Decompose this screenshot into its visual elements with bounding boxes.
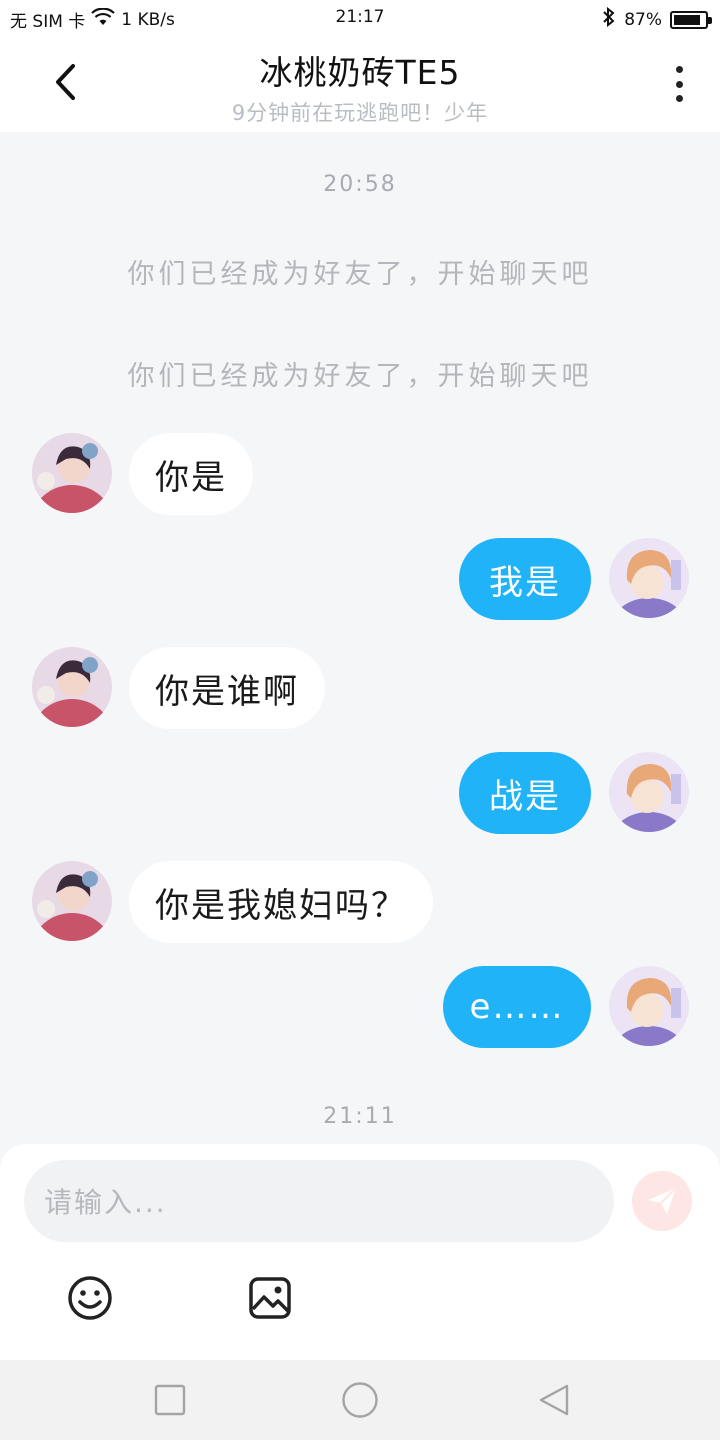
back-nav-button[interactable] xyxy=(534,1380,574,1420)
emoji-button[interactable] xyxy=(66,1274,114,1322)
message-bubble-outgoing[interactable]: 战是 xyxy=(459,752,591,834)
contact-name: 冰桃奶砖TE5 xyxy=(259,53,461,92)
home-icon xyxy=(342,1382,378,1418)
chat-header: 冰桃奶砖TE5 9分钟前在玩逃跑吧！少年 xyxy=(0,34,720,132)
more-dot xyxy=(675,95,683,102)
home-button[interactable] xyxy=(340,1380,380,1420)
timestamp: 21:11 xyxy=(323,1104,397,1129)
contact-avatar[interactable] xyxy=(32,861,112,941)
timestamp: 20:58 xyxy=(323,172,397,197)
message-bubble-incoming[interactable]: 你是谁啊 xyxy=(129,647,325,729)
contact-status: 9分钟前在玩逃跑吧！少年 xyxy=(231,101,489,125)
back-icon xyxy=(539,1384,569,1416)
emoji-icon xyxy=(68,1276,112,1320)
system-message: 你们已经成为好友了，开始聊天吧 xyxy=(127,361,593,392)
system-nav-bar xyxy=(0,1360,720,1440)
more-vertical-icon xyxy=(675,66,683,73)
recent-apps-icon xyxy=(154,1384,186,1416)
battery-percent: 87% xyxy=(624,9,662,30)
image-button[interactable] xyxy=(246,1274,294,1322)
message-bubble-outgoing[interactable]: 我是 xyxy=(459,538,591,620)
user-avatar[interactable] xyxy=(609,966,689,1046)
more-dot xyxy=(675,80,683,88)
status-right: 87% xyxy=(602,6,712,32)
message-bubble-incoming[interactable]: 你是我媳妇吗？ xyxy=(129,861,433,943)
image-icon xyxy=(249,1277,291,1319)
message-bubble-outgoing[interactable]: e…… xyxy=(443,966,591,1048)
contact-avatar[interactable] xyxy=(32,647,112,727)
input-panel: 请输入... xyxy=(0,1144,720,1360)
status-bar: 无 SIM 卡 1 KB/s 21:17 87% xyxy=(0,0,720,34)
contact-avatar[interactable] xyxy=(32,433,112,513)
send-button[interactable] xyxy=(632,1171,692,1231)
recent-apps-button[interactable] xyxy=(150,1380,190,1420)
message-bubble-incoming[interactable]: 你是 xyxy=(129,433,253,515)
user-avatar[interactable] xyxy=(609,538,689,618)
chat-area[interactable]: 20:58 你们已经成为好友了，开始聊天吧 你们已经成为好友了，开始聊天吧 你是… xyxy=(0,132,720,1144)
message-input[interactable]: 请输入... xyxy=(24,1160,614,1242)
system-message: 你们已经成为好友了，开始聊天吧 xyxy=(127,259,593,290)
send-icon xyxy=(648,1187,677,1214)
battery-icon xyxy=(670,10,712,29)
user-avatar[interactable] xyxy=(609,752,689,832)
bluetooth-icon xyxy=(602,6,616,32)
more-button[interactable] xyxy=(662,62,696,106)
battery-fill xyxy=(674,14,700,25)
